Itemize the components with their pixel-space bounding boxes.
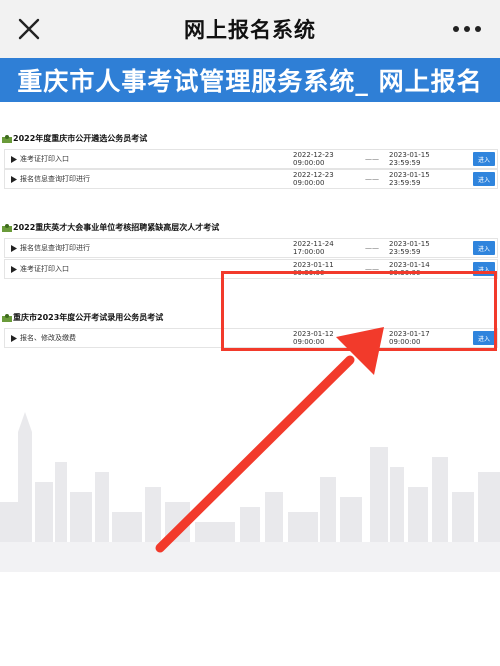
row-start-time: 2022-11-24 17:00:00 [293, 240, 334, 256]
close-icon[interactable] [12, 12, 46, 46]
enter-button[interactable]: 进入 [473, 152, 495, 166]
city-skyline-background [0, 412, 500, 572]
highlight-box [221, 271, 497, 351]
triangle-right-icon [11, 244, 17, 252]
triangle-right-icon [11, 334, 17, 342]
row-separator: —— [365, 155, 379, 163]
row-end-time: 2023-01-15 23:59:59 [389, 171, 430, 187]
row-name: 报名信息查询打印进行 [20, 175, 90, 183]
row-start-time: 2022-12-23 09:00:00 [293, 151, 334, 167]
triangle-right-icon [11, 265, 17, 273]
folder-person-icon [2, 313, 12, 322]
main-content: 2022年度重庆市公开遴选公务员考试 准考证打印入口 2022-12-23 09… [0, 102, 500, 666]
exam-row: 准考证打印入口 2022-12-23 09:00:00 —— 2023-01-1… [4, 149, 498, 169]
folder-person-icon [2, 223, 12, 232]
row-separator: —— [365, 244, 379, 252]
triangle-right-icon [11, 155, 17, 163]
system-banner: 重庆市人事考试管理服务系统_ 网上报名 [0, 58, 500, 102]
row-separator: —— [365, 175, 379, 183]
exam-row: 报名信息查询打印进行 2022-12-23 09:00:00 —— 2023-0… [4, 169, 498, 189]
row-end-time: 2023-01-15 23:59:59 [389, 240, 430, 256]
section-title: 重庆市2023年度公开考试录用公务员考试 [2, 308, 163, 326]
triangle-right-icon [11, 175, 17, 183]
page-title: 网上报名系统 [184, 18, 316, 42]
enter-button[interactable]: 进入 [473, 241, 495, 255]
folder-person-icon [2, 134, 12, 143]
enter-button[interactable]: 进入 [473, 172, 495, 186]
row-name: 报名信息查询打印进行 [20, 244, 90, 252]
top-bar: 网上报名系统 [0, 0, 500, 58]
more-dots-icon[interactable] [450, 14, 484, 44]
section-title: 2022重庆英才大会事业单位考核招聘紧缺高层次人才考试 [2, 218, 219, 236]
row-name: 准考证打印入口 [20, 155, 69, 163]
exam-row: 报名信息查询打印进行 2022-11-24 17:00:00 —— 2023-0… [4, 238, 498, 258]
row-end-time: 2023-01-15 23:59:59 [389, 151, 430, 167]
row-start-time: 2022-12-23 09:00:00 [293, 171, 334, 187]
section-title: 2022年度重庆市公开遴选公务员考试 [2, 129, 147, 147]
